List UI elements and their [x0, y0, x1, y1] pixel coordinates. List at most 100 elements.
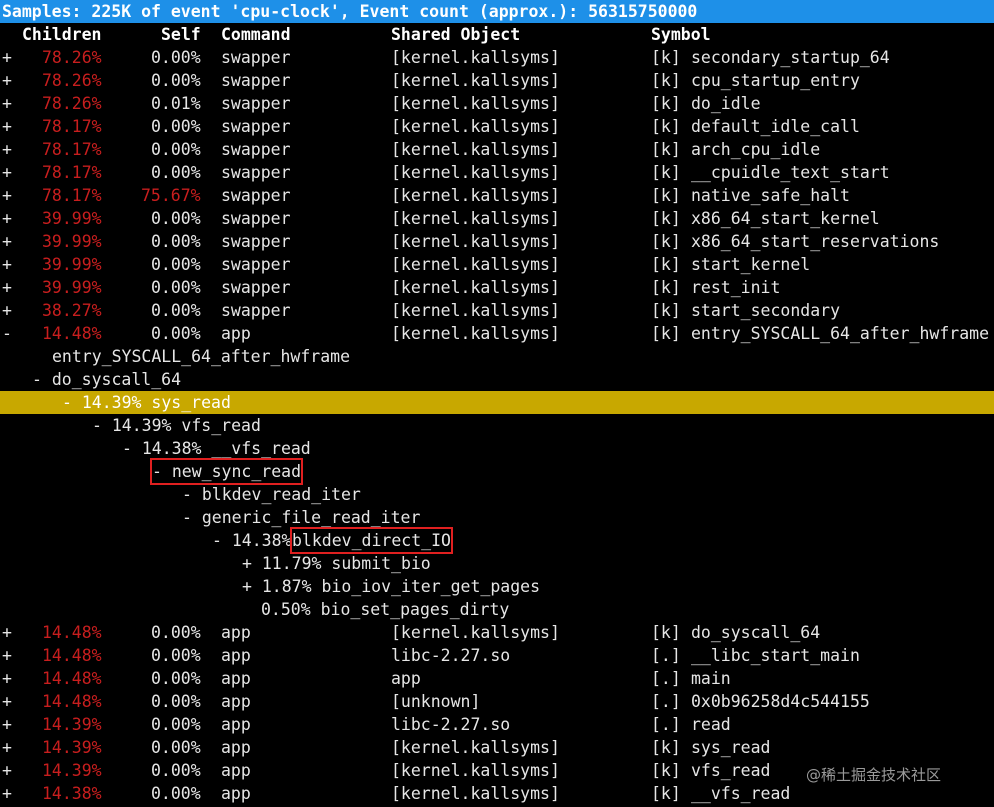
symbol-kind: [k]	[651, 301, 681, 320]
highlighted-function-box: blkdev_direct_IO	[290, 527, 453, 554]
command-name: swapper	[221, 278, 291, 297]
symbol-kind: [k]	[651, 255, 681, 274]
entry-row[interactable]: +39.99% 0.00% swapper [kernel.kallsyms] [k] x…	[0, 230, 994, 253]
entry-row[interactable]: +14.48% 0.00% app [unknown] [.] 0x0b96258d4c5…	[0, 690, 994, 713]
shared-object: libc-2.27.so	[391, 715, 511, 734]
header-command[interactable]: Command	[221, 23, 291, 46]
command-name: app	[221, 646, 251, 665]
callchain-row[interactable]: 0.50% bio_set_pages_dirty	[0, 598, 994, 621]
expand-toggle: +	[2, 715, 12, 734]
command-name: swapper	[221, 48, 291, 67]
symbol-kind: [k]	[651, 94, 681, 113]
self-overhead: 0.00%	[151, 784, 201, 803]
shared-object: [kernel.kallsyms]	[391, 48, 560, 67]
entry-row[interactable]: +78.26% 0.00% swapper [kernel.kallsyms] [k] s…	[0, 46, 994, 69]
expand-toggle: +	[2, 761, 12, 780]
shared-object: [kernel.kallsyms]	[391, 186, 560, 205]
shared-object: [kernel.kallsyms]	[391, 278, 560, 297]
entry-row[interactable]: +78.17% 75.67% swapper [kernel.kallsyms] [k]…	[0, 184, 994, 207]
children-overhead: 78.17%	[42, 140, 102, 159]
command-name: app	[221, 692, 251, 711]
symbol-kind: [k]	[651, 140, 681, 159]
shared-object: libc-2.27.so	[391, 646, 511, 665]
entry-row[interactable]: +14.48% 0.00% app libc-2.27.so [.] __libc_sta…	[0, 644, 994, 667]
callchain-row[interactable]: + 11.79% submit_bio	[0, 552, 994, 575]
command-name: app	[221, 761, 251, 780]
expand-toggle: +	[2, 278, 12, 297]
expand-toggle: +	[2, 163, 12, 182]
symbol-name: __cpuidle_text_start	[691, 163, 890, 182]
callchain-entry: - blkdev_read_iter	[182, 485, 361, 504]
children-overhead: 39.99%	[42, 209, 102, 228]
callchain-row[interactable]: - 14.39% sys_read	[0, 391, 994, 414]
expand-toggle: +	[2, 669, 12, 688]
command-name: app	[221, 784, 251, 803]
entry-row[interactable]: +39.99% 0.00% swapper [kernel.kallsyms] [k] r…	[0, 276, 994, 299]
symbol-kind: [k]	[651, 324, 681, 343]
shared-object: [kernel.kallsyms]	[391, 623, 560, 642]
entry-row[interactable]: +39.99% 0.00% swapper [kernel.kallsyms] [k] s…	[0, 253, 994, 276]
callchain-row[interactable]: entry_SYSCALL_64_after_hwframe	[0, 345, 994, 368]
entry-row[interactable]: +14.39% 0.00% app [kernel.kallsyms] [k] sys_r…	[0, 736, 994, 759]
entry-row[interactable]: +78.26% 0.01% swapper [kernel.kallsyms] [k] d…	[0, 92, 994, 115]
expand-toggle: +	[2, 48, 12, 67]
header-symbol[interactable]: Symbol	[651, 23, 711, 46]
callchain-row[interactable]: - 14.38% blkdev_direct_IO	[0, 527, 994, 554]
symbol-name: cpu_startup_entry	[691, 71, 860, 90]
shared-object: [kernel.kallsyms]	[391, 301, 560, 320]
expand-toggle: +	[2, 738, 12, 757]
header-self[interactable]: Self	[161, 23, 201, 46]
callchain-row[interactable]: - generic_file_read_iter	[0, 506, 994, 529]
symbol-kind: [.]	[651, 692, 681, 711]
callchain-row[interactable]: - blkdev_read_iter	[0, 483, 994, 506]
entry-row[interactable]: +14.48% 0.00% app [kernel.kallsyms] [k] do_sy…	[0, 621, 994, 644]
entry-row[interactable]: +14.48% 0.00% app app [.] main	[0, 667, 994, 690]
symbol-kind: [k]	[651, 784, 681, 803]
entry-row[interactable]: +39.99% 0.00% swapper [kernel.kallsyms] [k] x…	[0, 207, 994, 230]
expand-toggle: +	[2, 255, 12, 274]
children-overhead: 78.17%	[42, 186, 102, 205]
self-overhead: 0.00%	[151, 646, 201, 665]
entry-row[interactable]: +38.27% 0.00% swapper [kernel.kallsyms] [k] s…	[0, 299, 994, 322]
self-overhead: 0.00%	[151, 209, 201, 228]
entry-row[interactable]: +78.26% 0.00% swapper [kernel.kallsyms] [k] c…	[0, 69, 994, 92]
command-name: swapper	[221, 186, 291, 205]
callchain-row[interactable]: - 14.39% vfs_read	[0, 414, 994, 437]
children-overhead: 78.26%	[42, 48, 102, 67]
command-name: swapper	[221, 232, 291, 251]
entry-row[interactable]: +14.38% 0.00% app [kernel.kallsyms] [k] __vfs…	[0, 782, 994, 805]
callchain-row[interactable]: - 14.38% __vfs_read	[0, 437, 994, 460]
symbol-kind: [k]	[651, 117, 681, 136]
command-name: swapper	[221, 117, 291, 136]
shared-object: [kernel.kallsyms]	[391, 324, 560, 343]
callchain-row[interactable]: - do_syscall_64	[0, 368, 994, 391]
entry-row[interactable]: - 14.48% 0.00% app [kernel.kallsyms] [k] entry…	[0, 322, 994, 345]
header-children[interactable]: Children	[22, 23, 101, 46]
callchain-row[interactable]: - new_sync_read	[0, 458, 994, 485]
callchain-row[interactable]: + 1.87% bio_iov_iter_get_pages	[0, 575, 994, 598]
callchain-entry: - do_syscall_64	[32, 370, 182, 389]
symbol-name: arch_cpu_idle	[691, 140, 821, 159]
children-overhead: 78.26%	[42, 94, 102, 113]
children-overhead: 14.48%	[42, 324, 102, 343]
children-overhead: 39.99%	[42, 232, 102, 251]
command-name: swapper	[221, 255, 291, 274]
shared-object: [kernel.kallsyms]	[391, 71, 560, 90]
entry-row[interactable]: +78.17% 0.00% swapper [kernel.kallsyms] [k] d…	[0, 115, 994, 138]
symbol-name: vfs_read	[691, 761, 771, 780]
shared-object: [unknown]	[391, 692, 481, 711]
entry-row[interactable]: +78.17% 0.00% swapper [kernel.kallsyms] [k] _…	[0, 161, 994, 184]
shared-object: [kernel.kallsyms]	[391, 140, 560, 159]
children-overhead: 14.39%	[42, 738, 102, 757]
symbol-kind: [k]	[651, 232, 681, 251]
symbol-name: x86_64_start_reservations	[691, 232, 940, 251]
children-overhead: 14.48%	[42, 669, 102, 688]
entry-row[interactable]: +78.17% 0.00% swapper [kernel.kallsyms] [k] a…	[0, 138, 994, 161]
expand-toggle: +	[2, 301, 12, 320]
shared-object: [kernel.kallsyms]	[391, 255, 560, 274]
symbol-name: start_kernel	[691, 255, 811, 274]
symbol-name: default_idle_call	[691, 117, 860, 136]
symbol-kind: [k]	[651, 761, 681, 780]
header-shared-object[interactable]: Shared Object	[391, 23, 520, 46]
entry-row[interactable]: +14.39% 0.00% app libc-2.27.so [.] read	[0, 713, 994, 736]
